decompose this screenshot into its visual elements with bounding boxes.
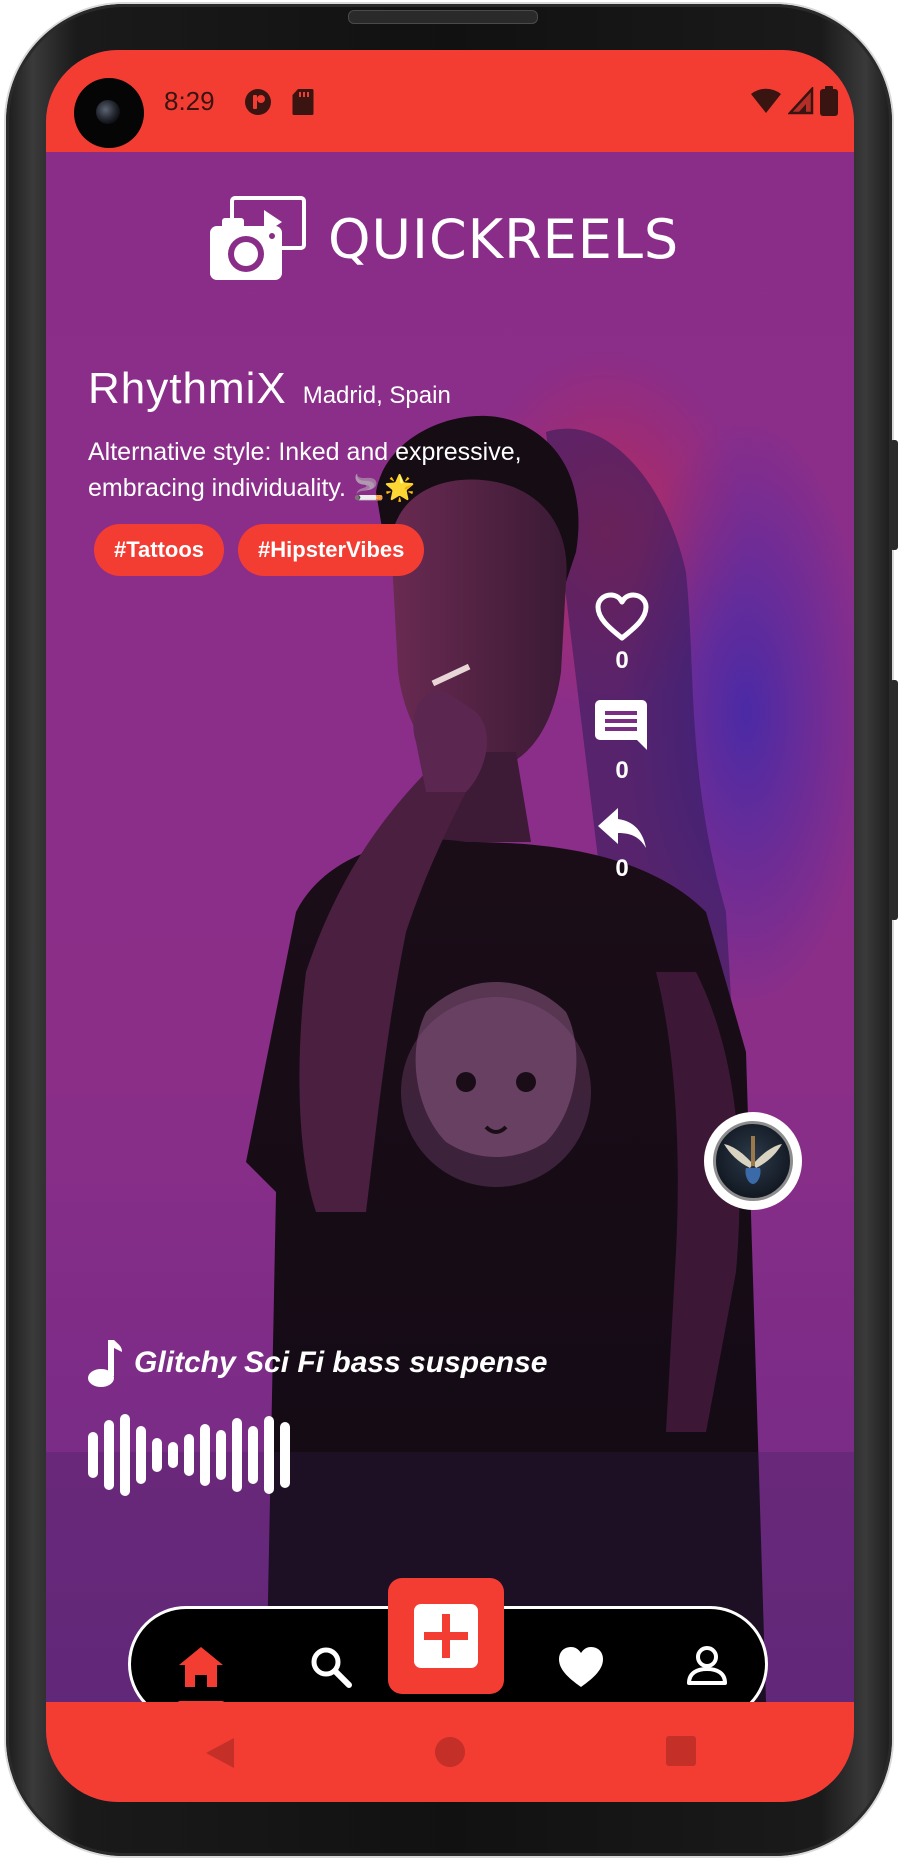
status-indicators xyxy=(750,86,838,116)
like-count: 0 xyxy=(615,647,629,674)
audio-waveform xyxy=(88,1414,290,1496)
front-camera xyxy=(74,78,144,148)
post-caption: Alternative style: Inked and expressive,… xyxy=(88,438,522,502)
song-title: Glitchy Sci Fi bass suspense xyxy=(134,1346,548,1379)
comment-count: 0 xyxy=(615,757,629,784)
hashtag-list: #Tattoos #HipsterVibes xyxy=(94,524,425,576)
camera-play-icon xyxy=(210,196,306,280)
status-bar: 8:29 xyxy=(46,50,854,152)
hashtag-tattoos[interactable]: #Tattoos xyxy=(94,524,225,576)
comment-icon xyxy=(595,700,647,750)
comment-button[interactable]: 0 xyxy=(574,698,670,785)
battery-icon xyxy=(820,86,838,116)
app-notification-icon xyxy=(245,89,271,115)
share-button[interactable]: 0 xyxy=(574,806,670,883)
earpiece-speaker xyxy=(348,10,538,24)
like-button[interactable]: 0 xyxy=(574,592,670,675)
avatar-image xyxy=(713,1121,793,1201)
back-icon[interactable] xyxy=(204,1736,236,1770)
home-circle-icon[interactable] xyxy=(434,1736,466,1768)
heart-outline-icon xyxy=(595,592,649,641)
nav-profile[interactable] xyxy=(677,1637,737,1697)
system-nav-bar xyxy=(46,1702,854,1802)
share-count: 0 xyxy=(615,855,629,882)
add-reel-button[interactable] xyxy=(388,1578,504,1694)
wifi-icon xyxy=(751,88,781,113)
profile-icon xyxy=(687,1646,727,1685)
volume-button xyxy=(890,440,898,550)
reply-share-icon xyxy=(598,808,646,848)
home-icon xyxy=(179,1647,223,1687)
signal-icon xyxy=(788,87,814,115)
add-icon xyxy=(414,1604,478,1668)
status-time: 8:29 xyxy=(164,86,215,116)
location: Madrid, Spain xyxy=(302,382,451,409)
nav-home[interactable] xyxy=(171,1637,231,1708)
power-button xyxy=(890,680,898,920)
search-icon xyxy=(311,1647,352,1688)
music-info[interactable]: Glitchy Sci Fi bass suspense xyxy=(88,1338,548,1388)
winged-guitar-icon xyxy=(724,1136,782,1184)
post-header: RhythmiX Madrid, Spain xyxy=(88,364,451,414)
heart-icon xyxy=(559,1647,603,1687)
screen: 8:29 QUICKREELS RhythmiX Madrid, Spain A… xyxy=(46,50,854,1802)
reel-video[interactable]: QUICKREELS RhythmiX Madrid, Spain Altern… xyxy=(46,152,854,1702)
app-logo: QUICKREELS xyxy=(208,196,679,282)
phone-device: 8:29 QUICKREELS RhythmiX Madrid, Spain A… xyxy=(0,0,900,1862)
app-name: QUICKREELS xyxy=(328,207,680,271)
nav-favorites[interactable] xyxy=(551,1637,611,1697)
music-note-icon xyxy=(88,1340,122,1387)
nav-search[interactable] xyxy=(301,1637,361,1697)
creator-avatar[interactable] xyxy=(704,1112,802,1210)
username[interactable]: RhythmiX xyxy=(88,364,287,414)
recents-icon[interactable] xyxy=(666,1736,696,1766)
hashtag-hipstervibes[interactable]: #HipsterVibes xyxy=(238,524,425,576)
sd-card-icon xyxy=(292,89,314,115)
